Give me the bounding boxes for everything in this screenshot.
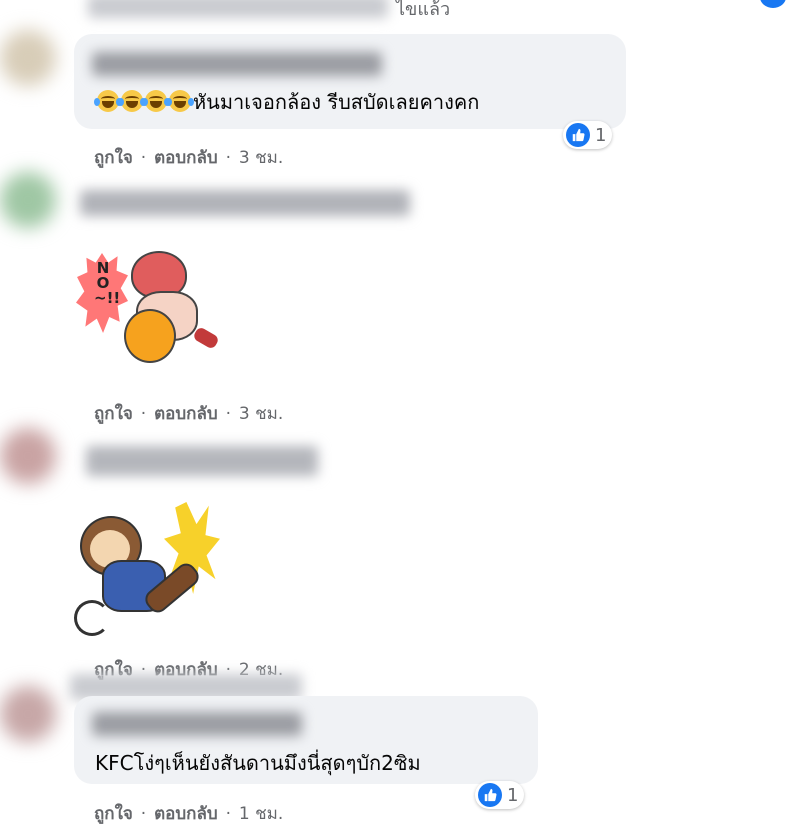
reply-button[interactable]: ตอบกลับ [154,148,218,168]
timestamp[interactable]: 3 ชม. [239,404,283,424]
comment-bubble [74,34,626,129]
reply-button[interactable]: ตอบกลับ [154,804,218,824]
avatar[interactable] [0,172,56,228]
comment-text-body: หันมาเจอกล้อง รีบสบัดเลยคางคก [193,90,480,114]
avatar[interactable] [0,30,56,86]
commenter-name[interactable] [86,446,318,476]
avatar[interactable] [0,686,56,742]
separator-dot: · [225,148,231,168]
reaction-count: 1 [507,784,519,806]
separator-dot: · [140,804,147,824]
reaction-count-badge[interactable]: 1 [475,781,525,809]
separator-dot: · [225,404,231,424]
reaction-count: 1 [595,124,607,146]
face-with-tears-of-joy-icon [94,90,122,112]
no-sticker: NO~!! [76,245,226,375]
separator-dot: · [140,148,147,168]
blurred-name-top [88,0,388,18]
avatar[interactable] [0,428,56,484]
reply-button[interactable]: ตอบกลับ [154,404,218,424]
comment-actions: ถูกใจ · ตอบกลับ · 3 ชม. [94,400,283,427]
comment-actions: ถูกใจ · ตอบกลับ · 1 ชม. [94,800,283,827]
sticker-tail [192,325,220,351]
face-with-tears-of-joy-icon [118,90,146,112]
like-button[interactable]: ถูกใจ [94,804,133,824]
face-with-tears-of-joy-icon [142,90,170,112]
like-button[interactable]: ถูกใจ [94,404,133,424]
commenter-name[interactable] [92,52,382,76]
commenter-name[interactable] [92,712,302,736]
separator-dot: · [140,404,147,424]
comment-text: KFCโง่ๆเห็นยังสันดานมึงนี่สุดๆบัก2ซิม [95,751,421,775]
timestamp[interactable]: 3 ชม. [239,148,283,168]
comment-text: หันมาเจอกล้อง รีบสบัดเลยคางคก [94,90,480,114]
timestamp[interactable]: 1 ชม. [239,804,283,824]
like-button[interactable]: ถูกใจ [94,148,133,168]
separator-dot: · [225,804,231,824]
reaction-count-badge[interactable]: 1 [563,121,613,149]
sticker-no-text: NO~!! [94,259,121,307]
comment-actions: ถูกใจ · ตอบกลับ · 3 ชม. [94,144,283,171]
commenter-name[interactable] [80,190,410,216]
sticker-monkey-tail [74,600,110,636]
face-with-tears-of-joy-icon [166,90,194,112]
top-corner-icon [760,0,786,8]
like-icon [478,783,502,807]
sticker-tiger-face [124,309,176,363]
monkey-kick-sticker [72,502,222,642]
top-edited-label: ไขแล้ว [396,0,451,20]
like-icon [566,123,590,147]
